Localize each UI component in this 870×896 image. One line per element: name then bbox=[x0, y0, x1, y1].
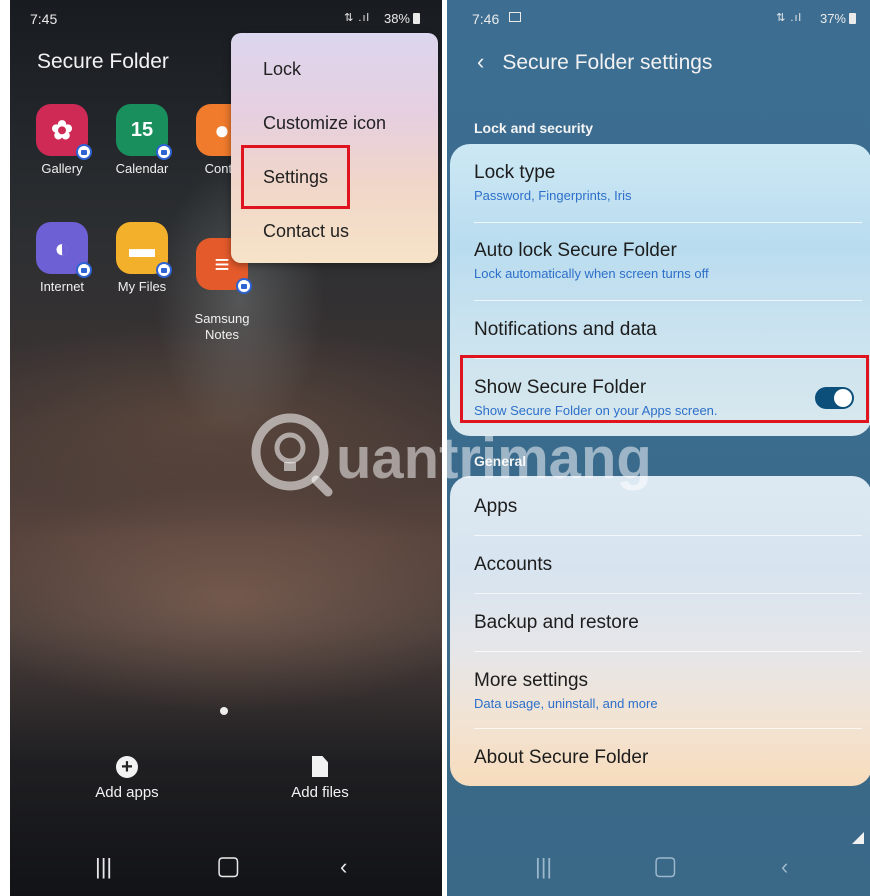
setting-title: Notifications and data bbox=[474, 319, 657, 340]
setting-title: Auto lock Secure Folder bbox=[474, 240, 677, 261]
setting-title: More settings bbox=[474, 670, 589, 691]
secure-badge-icon bbox=[156, 144, 172, 160]
menu-item-customize-icon[interactable]: Customize icon bbox=[263, 113, 386, 134]
secure-badge-icon bbox=[236, 278, 252, 294]
calendar-icon: 15 bbox=[116, 104, 172, 160]
navigation-bar: ||| ▢ ‹ bbox=[447, 836, 870, 896]
divider bbox=[474, 222, 862, 223]
page-indicator-dot bbox=[220, 707, 228, 715]
gallery-notification-icon bbox=[509, 12, 521, 22]
setting-backup-restore[interactable]: Backup and restore bbox=[474, 612, 862, 634]
secure-badge-icon bbox=[76, 262, 92, 278]
recent-apps-icon[interactable]: ||| bbox=[535, 854, 552, 880]
battery-percent: 38% bbox=[383, 11, 410, 26]
signal-icon: ⇅ .ıl bbox=[776, 12, 802, 24]
battery-icon bbox=[413, 13, 420, 24]
setting-title: Backup and restore bbox=[474, 612, 639, 633]
setting-subtitle: Password, Fingerprints, Iris bbox=[474, 188, 632, 203]
app-calendar[interactable]: 15 Calendar bbox=[107, 104, 177, 176]
section-title-general: General bbox=[474, 453, 527, 469]
divider bbox=[474, 728, 862, 729]
setting-title: Accounts bbox=[474, 554, 553, 575]
divider bbox=[474, 535, 862, 536]
battery-percent: 37% bbox=[819, 11, 846, 26]
add-files-button[interactable]: Add files bbox=[265, 756, 375, 801]
app-label: Internet bbox=[39, 279, 85, 294]
battery-indicator: 37% bbox=[820, 11, 856, 26]
battery-icon bbox=[849, 13, 856, 24]
add-files-label: Add files bbox=[291, 784, 349, 801]
recent-apps-icon[interactable]: ||| bbox=[95, 854, 112, 880]
setting-accounts[interactable]: Accounts bbox=[474, 554, 862, 576]
page-title: Secure Folder settings bbox=[502, 51, 713, 74]
folder-title: Secure Folder bbox=[37, 50, 169, 73]
folder-icon: ▬ bbox=[116, 222, 172, 278]
divider bbox=[474, 593, 862, 594]
settings-header: ‹ Secure Folder settings bbox=[477, 49, 712, 75]
add-icon: + bbox=[116, 756, 138, 778]
status-time: 7:45 bbox=[30, 11, 58, 27]
setting-auto-lock[interactable]: Auto lock Secure Folder Lock automatical… bbox=[474, 240, 862, 281]
setting-about-secure-folder[interactable]: About Secure Folder bbox=[474, 747, 862, 769]
secure-badge-icon bbox=[76, 144, 92, 160]
setting-subtitle: Lock automatically when screen turns off bbox=[474, 266, 709, 281]
app-my-files[interactable]: ▬ My Files bbox=[107, 222, 177, 294]
setting-title: Lock type bbox=[474, 162, 556, 183]
back-arrow-icon[interactable]: ‹ bbox=[477, 49, 484, 75]
divider bbox=[474, 651, 862, 652]
gallery-icon: ✿ bbox=[36, 104, 92, 160]
app-label: Samsung Notes bbox=[194, 311, 250, 342]
app-label: My Files bbox=[117, 279, 167, 294]
secure-badge-icon bbox=[156, 262, 172, 278]
calendar-date: 15 bbox=[130, 118, 154, 141]
back-icon[interactable]: ‹ bbox=[781, 854, 788, 880]
setting-lock-type[interactable]: Lock type Password, Fingerprints, Iris bbox=[474, 162, 862, 203]
status-time: 7:46 bbox=[472, 11, 500, 27]
setting-notifications-data[interactable]: Notifications and data bbox=[474, 319, 862, 341]
setting-apps[interactable]: Apps bbox=[474, 496, 862, 518]
secure-folder-home-screen: 7:45 ⇅ .ıl 38% Secure Folder ✿ Gallery 1… bbox=[10, 0, 442, 896]
file-icon bbox=[312, 756, 328, 777]
home-icon[interactable]: ▢ bbox=[216, 850, 241, 881]
show-secure-folder-highlight-box bbox=[460, 355, 869, 423]
status-bar: 7:46 ⇅ .ıl 37% bbox=[447, 0, 870, 36]
menu-item-contact-us[interactable]: Contact us bbox=[263, 221, 349, 242]
add-apps-button[interactable]: + Add apps bbox=[72, 756, 182, 801]
app-gallery[interactable]: ✿ Gallery bbox=[27, 104, 97, 176]
navigation-bar: ||| ▢ ‹ bbox=[10, 836, 442, 896]
app-label: Calendar bbox=[115, 161, 169, 176]
signal-icon: ⇅ .ıl bbox=[344, 12, 370, 24]
internet-icon: ◐ bbox=[36, 222, 92, 278]
setting-title: Apps bbox=[474, 496, 518, 517]
battery-indicator: 38% bbox=[384, 11, 420, 26]
settings-highlight-box bbox=[241, 145, 350, 209]
secure-folder-settings-screen: 7:46 ⇅ .ıl 37% ‹ Secure Folder settings L… bbox=[447, 0, 870, 896]
setting-subtitle: Data usage, uninstall, and more bbox=[474, 696, 658, 711]
app-label: Gallery bbox=[41, 161, 83, 176]
general-card: Apps Accounts Backup and restore More se… bbox=[450, 476, 870, 786]
divider bbox=[474, 300, 862, 301]
back-icon[interactable]: ‹ bbox=[340, 854, 347, 880]
status-bar: 7:45 ⇅ .ıl 38% bbox=[10, 0, 442, 36]
section-title-lock: Lock and security bbox=[474, 120, 594, 136]
home-icon[interactable]: ▢ bbox=[653, 850, 678, 881]
app-internet[interactable]: ◐ Internet bbox=[27, 222, 97, 294]
add-apps-label: Add apps bbox=[95, 784, 159, 801]
menu-item-lock[interactable]: Lock bbox=[263, 59, 301, 80]
setting-title: About Secure Folder bbox=[474, 747, 649, 768]
setting-more-settings[interactable]: More settings Data usage, uninstall, and… bbox=[474, 670, 862, 711]
